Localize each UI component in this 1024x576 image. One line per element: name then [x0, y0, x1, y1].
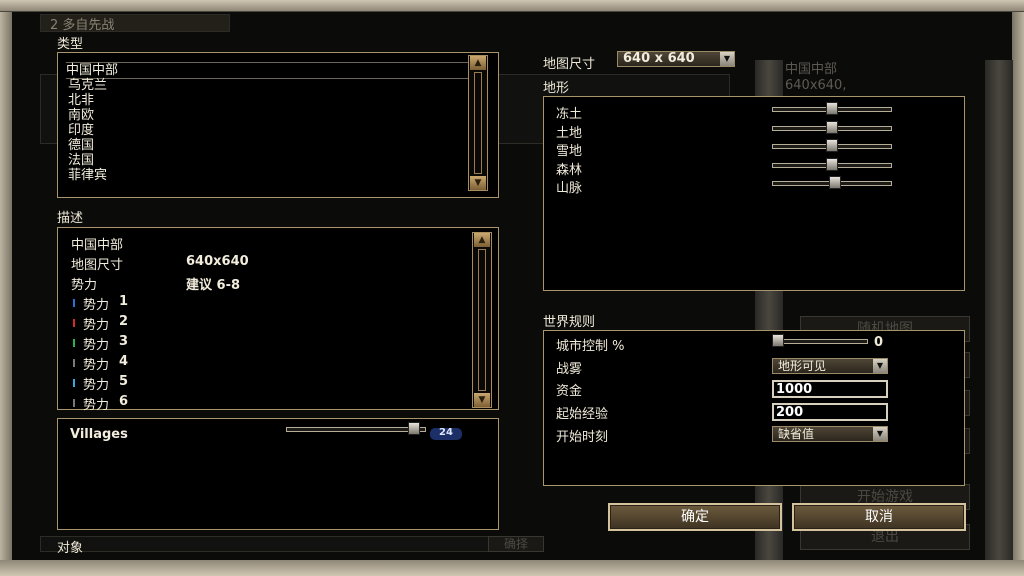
description-scrollbar[interactable]: ▲ ▼	[472, 232, 492, 408]
world-rules-panel: 城市控制 % 0 战雾 地形可见 ▼ 资金 1000 起始经验 200 开始时刻…	[543, 330, 965, 486]
faction-number: 6	[119, 394, 129, 409]
bg-objects-bar	[40, 536, 540, 552]
city-control-label: 城市控制 %	[556, 339, 625, 354]
map-type-item[interactable]: 法国	[68, 153, 94, 168]
faction-label: 势力	[83, 358, 110, 373]
fog-label: 战雾	[556, 362, 583, 377]
chevron-down-icon[interactable]: ▼	[720, 52, 734, 66]
description-panel: 中国中部 地图尺寸 640x640 势力 建议 6-8 势力 1 势力 2 势力 3 势力 4…	[57, 227, 499, 413]
faction-number: 2	[119, 314, 129, 329]
faction-number: 3	[119, 334, 129, 349]
terrain-panel: 冻土土地雪地森林山脉	[543, 96, 965, 291]
objects-label: 对象	[57, 541, 84, 556]
description-players-value: 建议 6-8	[186, 278, 241, 293]
map-type-list[interactable]: 中国中部 乌克兰 北非 南欧 印度 德国 法国 菲律宾 ▲ ▼	[57, 52, 499, 198]
map-type-item[interactable]: 德国	[68, 138, 94, 153]
faction-number: 1	[119, 294, 129, 309]
faction-label: 势力	[83, 338, 110, 353]
city-control-slider-thumb[interactable]	[772, 334, 784, 347]
faction-label: 势力	[83, 318, 110, 333]
map-type-item[interactable]: 印度	[68, 123, 94, 138]
villages-slider[interactable]	[286, 427, 426, 432]
map-type-item[interactable]: 菲律宾	[68, 168, 107, 183]
bg-objects-button: 确择	[488, 536, 544, 552]
faction-number: 4	[119, 354, 129, 369]
terrain-slider-thumb[interactable]	[826, 157, 838, 171]
faction-color-swatch	[73, 299, 75, 307]
villages-value: 24	[430, 428, 462, 440]
terrain-slider-thumb[interactable]	[829, 176, 842, 189]
scroll-up-icon[interactable]: ▲	[474, 233, 490, 247]
map-type-item[interactable]: 南欧	[68, 108, 94, 123]
map-type-scrollbar[interactable]: ▲ ▼	[468, 55, 488, 191]
map-type-item[interactable]: 北非	[68, 93, 94, 108]
villages-label: Villages	[70, 427, 128, 442]
terrain-title: 地形	[543, 81, 570, 96]
map-size-dropdown[interactable]: 640 x 640 ▼	[617, 51, 735, 67]
ok-button[interactable]: 确定	[608, 503, 782, 531]
cancel-button[interactable]: 取消	[792, 503, 966, 531]
start-time-value: 缺省值	[778, 427, 815, 441]
faction-label: 势力	[83, 298, 110, 313]
start-xp-label: 起始经验	[556, 407, 609, 422]
faction-number: 5	[119, 374, 129, 389]
map-size-value: 640 x 640	[623, 51, 695, 66]
faction-color-swatch	[73, 399, 75, 407]
map-type-item[interactable]: 中国中部	[66, 62, 468, 79]
faction-color-swatch	[73, 379, 75, 387]
money-label: 资金	[556, 384, 583, 399]
description-map-name: 中国中部	[71, 238, 124, 253]
bg-window-title: 2 多自先战	[50, 18, 115, 33]
terrain-slider-thumb[interactable]	[826, 139, 838, 152]
scroll-down-icon[interactable]: ▼	[470, 176, 486, 190]
world-rules-title: 世界规则	[543, 315, 596, 330]
description-title: 描述	[57, 211, 84, 226]
window-frame-top	[0, 0, 1024, 12]
villages-panel: Villages 24	[57, 418, 499, 530]
terrain-label: 土地	[556, 125, 583, 141]
terrain-label: 山脉	[556, 181, 583, 196]
city-control-slider[interactable]	[772, 339, 868, 344]
scroll-track[interactable]	[478, 249, 486, 391]
money-input[interactable]: 1000	[772, 380, 888, 398]
map-size-label: 地图尺寸	[543, 57, 596, 72]
start-xp-input[interactable]: 200	[772, 403, 888, 421]
terrain-label: 冻土	[556, 107, 583, 122]
description-size-value: 640x640	[186, 254, 249, 269]
terrain-slider-thumb[interactable]	[826, 102, 838, 115]
scroll-down-icon[interactable]: ▼	[474, 393, 490, 407]
city-control-value: 0	[874, 335, 884, 350]
bg-preview-size: 640x640,	[785, 78, 847, 93]
map-type-title: 类型	[57, 37, 84, 52]
terrain-label: 雪地	[556, 144, 583, 159]
map-type-item[interactable]: 乌克兰	[68, 78, 107, 93]
bg-pillar-right	[985, 60, 1013, 560]
villages-slider-thumb[interactable]	[407, 422, 420, 435]
fog-dropdown[interactable]: 地形可见 ▼	[772, 358, 888, 374]
faction-label: 势力	[83, 378, 110, 393]
fog-value: 地形可见	[778, 359, 827, 373]
window-frame-left	[0, 12, 12, 560]
window-frame-right	[1012, 12, 1024, 560]
start-time-label: 开始时刻	[556, 430, 609, 445]
window-frame-bottom	[0, 560, 1024, 576]
terrain-label: 森林	[556, 162, 583, 178]
faction-color-swatch	[73, 319, 75, 327]
faction-color-swatch	[73, 339, 75, 347]
description-size-label: 地图尺寸	[71, 258, 124, 273]
chevron-down-icon[interactable]: ▼	[873, 427, 887, 441]
scroll-track[interactable]	[474, 72, 482, 174]
start-time-dropdown[interactable]: 缺省值 ▼	[772, 426, 888, 442]
chevron-down-icon[interactable]: ▼	[873, 359, 887, 373]
terrain-slider-thumb[interactable]	[826, 120, 838, 134]
faction-color-swatch	[73, 359, 75, 367]
description-players-label: 势力	[71, 278, 98, 293]
faction-label: 势力	[83, 398, 110, 413]
scroll-up-icon[interactable]: ▲	[470, 56, 486, 70]
bg-preview-name: 中国中部	[785, 62, 838, 77]
